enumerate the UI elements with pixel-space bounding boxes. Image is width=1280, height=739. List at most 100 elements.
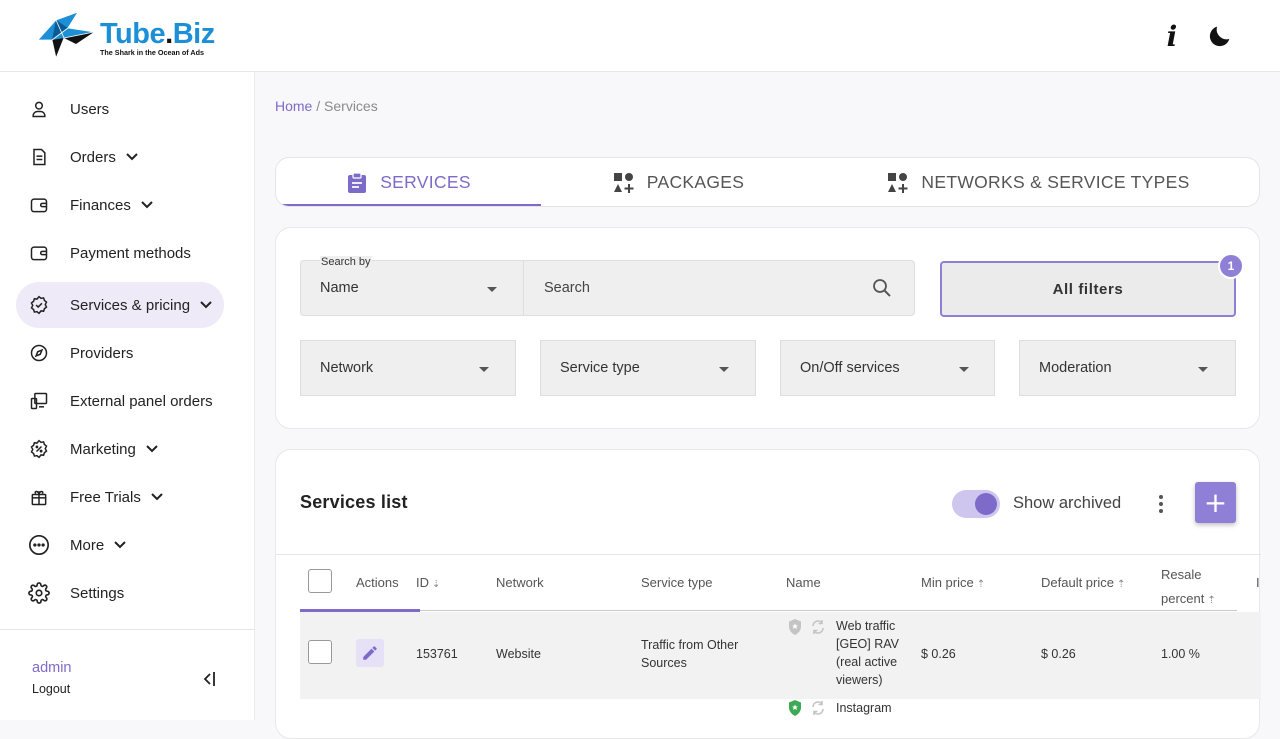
services-list-title: Services list <box>300 492 408 512</box>
top-bar: Tube.Biz The Shark in the Ocean of Ads i <box>0 0 1280 72</box>
select-label: Network <box>320 360 374 376</box>
caret-down-icon <box>479 367 489 372</box>
on-off-services-select[interactable]: On/Off services <box>780 340 995 396</box>
compass-icon <box>28 342 50 364</box>
sidebar-item-free-trials[interactable]: Free Trials <box>16 474 224 520</box>
caret-down-icon <box>719 367 729 372</box>
sidebar-item-orders[interactable]: Orders <box>16 134 224 180</box>
sidebar-item-label: Finances <box>70 196 131 214</box>
moderation-select[interactable]: Moderation <box>1019 340 1236 396</box>
sidebar-item-users[interactable]: Users <box>16 86 224 132</box>
search-icon[interactable] <box>872 278 892 302</box>
row-default-price: $ 0.26 <box>1041 647 1076 661</box>
devices-icon <box>28 390 50 412</box>
shapes-add-icon <box>613 172 635 194</box>
search-input[interactable]: Search <box>523 260 915 316</box>
tab-label: PACKAGES <box>646 172 745 192</box>
row-checkbox[interactable] <box>308 640 332 664</box>
active-tab-indicator <box>276 204 541 206</box>
chevron-down-icon <box>200 298 214 312</box>
breadcrumb-separator: / <box>312 98 325 114</box>
shield-icon <box>787 618 803 640</box>
network-select[interactable]: Network <box>300 340 516 396</box>
sidebar-item-providers[interactable]: Providers <box>16 330 224 376</box>
wallet-icon <box>28 242 50 264</box>
column-header-label: Resale <box>1161 567 1202 582</box>
sidebar-item-label: Settings <box>70 584 125 602</box>
tab-services[interactable]: SERVICES <box>276 158 541 206</box>
caret-down-icon <box>959 367 969 372</box>
add-service-button[interactable]: + <box>1195 482 1236 523</box>
sort-icon[interactable]: ⇡ <box>1117 579 1125 590</box>
row-name: Instagram <box>836 701 892 715</box>
tubebiz-logo[interactable]: Tube.Biz The Shark in the Ocean of Ads <box>34 10 224 62</box>
sidebar-item-marketing[interactable]: Marketing <box>16 426 224 472</box>
select-label: Service type <box>560 360 640 376</box>
row-name: Web traffic [GEO] RAV (real active viewe… <box>836 619 899 687</box>
current-user-name[interactable]: admin <box>32 660 72 676</box>
sidebar-divider <box>0 629 255 630</box>
row-resale-percent: 1.00 % <box>1161 647 1200 661</box>
search-by-select[interactable]: Search by Name <box>300 256 524 316</box>
filters-card: Search by Name Search All filters 1 Netw… <box>275 227 1260 429</box>
section-tabs: SERVICES PACKAGES NETWORKS & SERVICE TYP… <box>275 157 1260 207</box>
table-top-divider <box>276 554 1261 555</box>
row-id: 153761 <box>416 647 458 661</box>
chevron-down-icon <box>146 442 160 456</box>
info-icon[interactable]: i <box>1156 20 1188 53</box>
breadcrumb-home-link[interactable]: Home <box>275 98 312 114</box>
sidebar-item-finances[interactable]: Finances <box>16 182 224 228</box>
sidebar-item-payment-methods[interactable]: Payment methods <box>16 230 224 276</box>
dark-mode-moon-icon[interactable] <box>1204 20 1236 52</box>
collapse-sidebar-icon[interactable] <box>198 668 220 690</box>
column-header-label: Default price <box>1041 575 1114 590</box>
column-header-name: Name <box>786 575 821 590</box>
column-header-default-price[interactable]: Default price ⇡ <box>1041 575 1125 590</box>
tab-packages[interactable]: PACKAGES <box>541 158 816 206</box>
sidebar-item-label: Free Trials <box>70 488 141 506</box>
tab-label: SERVICES <box>380 172 471 192</box>
select-label: On/Off services <box>800 360 900 376</box>
tab-networks-service-types[interactable]: NETWORKS & SERVICE TYPES <box>816 158 1259 206</box>
column-header-min-price[interactable]: Min price ⇡ <box>921 575 985 590</box>
sidebar-item-services-pricing[interactable]: Services & pricing <box>16 282 224 328</box>
sidebar-item-label: External panel orders <box>70 392 213 410</box>
sidebar-item-label: Payment methods <box>70 244 191 262</box>
column-header-id[interactable]: ID ⇣ <box>416 575 440 590</box>
logo-tagline: The Shark in the Ocean of Ads <box>100 48 204 57</box>
logout-link[interactable]: Logout <box>32 682 70 696</box>
caret-down-icon <box>487 287 497 292</box>
column-header-label: percent <box>1161 591 1205 606</box>
breadcrumb-current: Services <box>324 98 378 114</box>
column-header-resale-percent[interactable]: Resale percent ⇡ <box>1161 563 1216 613</box>
select-all-checkbox[interactable] <box>308 569 332 593</box>
sidebar-item-label: More <box>70 536 105 554</box>
sidebar-item-external-panel-orders[interactable]: External panel orders <box>16 378 224 424</box>
refill-icon <box>810 699 826 721</box>
gift-icon <box>28 486 50 508</box>
show-archived-toggle[interactable] <box>952 490 1000 518</box>
search-by-value: Name <box>320 280 359 296</box>
toggle-knob <box>975 493 997 515</box>
search-placeholder: Search <box>544 280 590 296</box>
sort-icon[interactable]: ⇡ <box>1207 595 1215 606</box>
service-type-select[interactable]: Service type <box>540 340 756 396</box>
column-header-truncated: I <box>1256 575 1260 590</box>
sidebar-item-more[interactable]: More <box>16 522 224 568</box>
sort-icon[interactable]: ⇡ <box>977 579 985 590</box>
column-header-label: Min price <box>921 575 974 590</box>
all-filters-button[interactable]: All filters <box>940 261 1236 317</box>
header-divider <box>420 610 1237 611</box>
sidebar-item-label: Providers <box>70 344 134 362</box>
column-header-network: Network <box>496 575 544 590</box>
chevron-down-icon <box>151 490 165 504</box>
row-min-price: $ 0.26 <box>921 647 956 661</box>
sort-desc-icon[interactable]: ⇣ <box>432 579 440 590</box>
edit-pencil-icon[interactable] <box>356 639 384 667</box>
chevron-down-icon <box>141 198 155 212</box>
sidebar-item-settings[interactable]: Settings <box>16 570 224 616</box>
row-network: Website <box>496 647 541 661</box>
orders-icon <box>28 146 50 168</box>
more-options-icon[interactable] <box>1150 490 1172 518</box>
breadcrumb: Home / Services <box>275 98 378 114</box>
